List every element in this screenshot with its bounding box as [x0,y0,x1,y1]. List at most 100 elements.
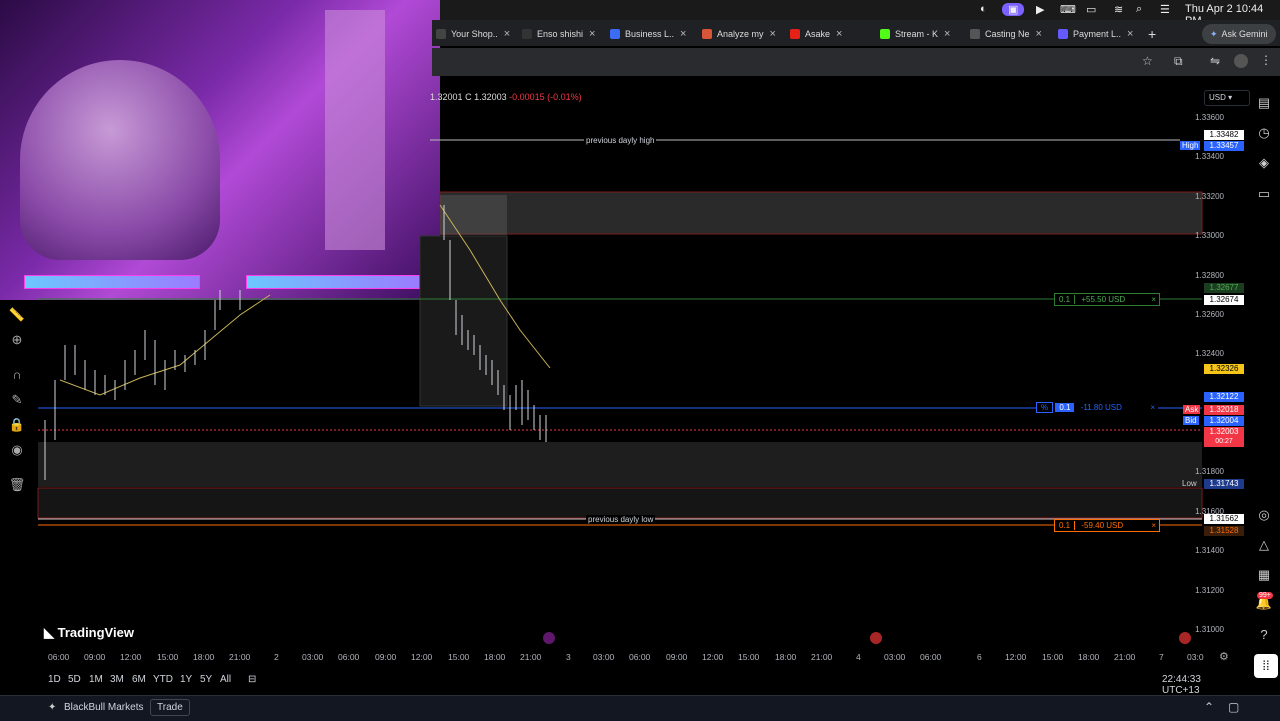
tv-logo-icon: ◣ [44,625,58,640]
time-axis-label: 2 [274,652,279,662]
calendar-icon[interactable]: ▦ [1255,566,1273,584]
time-axis-label: 18:00 [484,652,506,662]
time-axis-label: 06:00 [629,652,651,662]
bid-tag: 1.32004 [1204,416,1244,426]
price-axis-label: 1.32400 [1195,349,1224,358]
target-icon[interactable]: ◎ [1255,506,1273,524]
price-axis-label: 1.32600 [1195,310,1224,319]
date-range-bar: 1D 5D 1M 3M 6M YTD 1Y 5Y All ⊟ 22:44:33 … [38,670,1238,696]
time-axis-label: 21:00 [811,652,833,662]
event-marker-icon[interactable] [543,632,555,644]
ruler-icon[interactable]: 📏 [8,306,26,324]
maximize-icon[interactable]: ▢ [1228,700,1239,714]
time-axis-label: 12:00 [702,652,724,662]
brand-label: TradingView [57,625,134,640]
chart-canvas[interactable] [0,0,1280,720]
chat-icon[interactable]: ▭ [1255,185,1273,203]
close-icon[interactable]: × [1151,294,1159,305]
ma-tag: 1.32326 [1204,364,1244,374]
position-order[interactable]: % 0.1 -11.80 USD × [1036,402,1158,413]
zoom-icon[interactable]: ⊕ [8,331,26,349]
close-icon[interactable]: × [1151,520,1159,531]
trade-button[interactable]: Trade [150,699,190,716]
broker-name[interactable]: BlackBull Markets [64,702,143,713]
lock-icon[interactable]: 🔒 [8,416,26,434]
bottom-panel-bar: ✦ BlackBull Markets Trade ⌃ ▢ [0,695,1280,721]
time-axis-label: 4 [856,652,861,662]
broker-icon: ✦ [48,702,57,713]
time-axis-label: 03:00 [884,652,906,662]
layers-icon[interactable]: ◈ [1255,154,1273,172]
lower-zone [37,487,1203,519]
time-axis-label: 03:00 [593,652,615,662]
range-6m[interactable]: 6M [132,674,146,685]
take-profit-order[interactable]: 0.1 +55.50 USD × [1054,293,1160,306]
time-axis-label: 15:00 [157,652,179,662]
stop-loss-order[interactable]: 0.1 -59.40 USD × [1054,519,1160,532]
ask-label: Ask [1183,405,1201,414]
demand-zone [38,442,1202,487]
previous-high-label: previous dayly high [584,136,657,145]
time-axis-label: 06:00 [338,652,360,662]
watchlist-icon[interactable]: ▤ [1255,94,1273,112]
price-axis-label: 1.33600 [1195,113,1224,122]
chart-clock[interactable]: 22:44:33 UTC+13 [1162,674,1238,696]
price-axis-label: 1.33000 [1195,231,1224,240]
time-axis-label: 15:00 [1042,652,1064,662]
time-axis-label: 09:00 [84,652,106,662]
tp-qty: 0.1 [1055,295,1076,304]
position-qty: 0.1 [1055,403,1075,412]
high-value-tag: 1.33482 [1204,130,1244,140]
time-axis-label: 18:00 [775,652,797,662]
sl-value: -59.40 USD [1081,521,1124,530]
close-icon[interactable]: × [1150,402,1158,413]
alerts-clock-icon[interactable]: ◷ [1255,124,1273,142]
eye-icon[interactable]: ◉ [8,441,26,459]
range-5y[interactable]: 5Y [200,674,212,685]
pencil-icon[interactable]: ✎ [8,391,26,409]
price-axis-label: 1.33400 [1195,152,1224,161]
previous-low-label: previous dayly low [586,515,656,524]
price-axis-label: 1.31800 [1195,467,1224,476]
tp-tag-1: 1.32677 [1204,283,1244,293]
sl-qty: 0.1 [1055,521,1076,530]
high-label: High [1180,141,1201,150]
time-axis-label: 12:00 [1005,652,1027,662]
range-all[interactable]: All [220,674,231,685]
time-axis-label: 21:00 [1114,652,1136,662]
time-axis-label: 7 [1159,652,1164,662]
time-axis-label: 03:0 [1187,652,1204,662]
range-1d[interactable]: 1D [48,674,61,685]
time-axis-label: 12:00 [120,652,142,662]
ideas-icon[interactable]: △ [1255,536,1273,554]
low-tag: 1.31743 [1204,479,1244,489]
price-axis-label: 1.31400 [1195,546,1224,555]
time-axis-label: 21:00 [520,652,542,662]
settings-gear-icon[interactable]: ⚙ [1219,650,1229,663]
range-1y[interactable]: 1Y [180,674,192,685]
high-tag: 1.33457 [1204,141,1244,151]
time-axis-label: 18:00 [1078,652,1100,662]
ask-tag: 1.32018 [1204,405,1244,415]
goto-date-icon[interactable]: ⊟ [248,674,256,685]
time-axis-label: 6 [977,652,982,662]
range-1m[interactable]: 1M [89,674,103,685]
range-5d[interactable]: 5D [68,674,81,685]
range-3m[interactable]: 3M [110,674,124,685]
help-icon[interactable]: ? [1255,626,1273,644]
candle-countdown: 00:27 [1204,437,1244,447]
trash-icon[interactable]: 🗑 [8,476,26,494]
last-price-tag: 1.32003 [1204,427,1244,437]
apps-grid-icon[interactable]: ⁞⁞ [1254,654,1278,678]
position-price-tag: 1.32122 [1204,392,1244,402]
time-axis-label: 15:00 [448,652,470,662]
us-flag-event-icon[interactable] [870,632,882,644]
magnet-icon[interactable]: ∩ [8,366,26,384]
notification-badge: 99+ [1257,592,1273,599]
bid-label: Bid [1183,416,1199,425]
time-axis-label: 15:00 [738,652,760,662]
range-ytd[interactable]: YTD [153,674,173,685]
low-label: Low [1182,479,1197,488]
position-pct[interactable]: % [1036,402,1054,413]
collapse-icon[interactable]: ⌃ [1204,700,1214,714]
